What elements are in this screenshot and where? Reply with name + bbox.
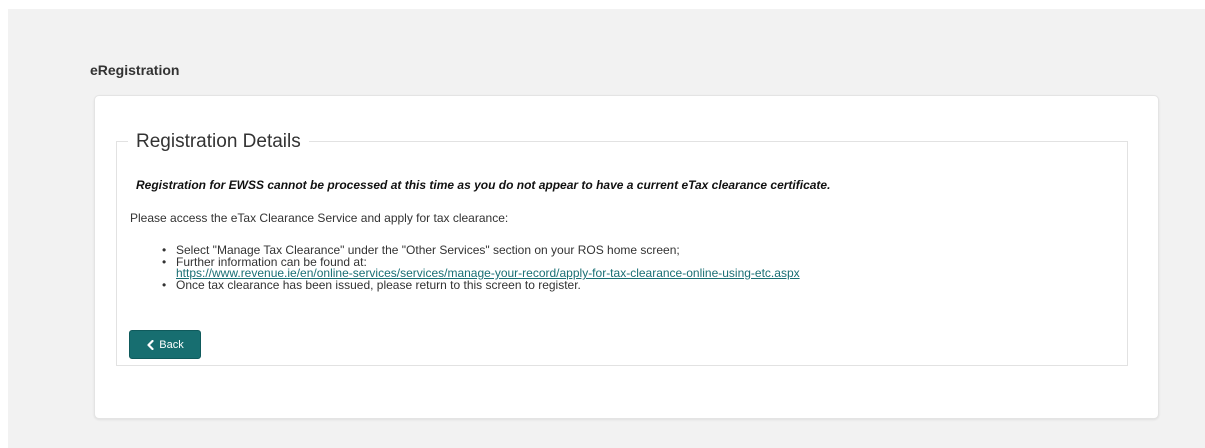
page-title: eRegistration xyxy=(90,62,180,78)
back-button-label: Back xyxy=(159,338,184,351)
list-item-text: Once tax clearance has been issued, plea… xyxy=(176,277,581,292)
chevron-left-icon xyxy=(147,339,154,350)
instruction-text: Please access the eTax Clearance Service… xyxy=(130,211,509,225)
tax-clearance-warning: Registration for EWSS cannot be processe… xyxy=(136,178,831,192)
bullet-icon: • xyxy=(162,277,167,292)
list-item: • Once tax clearance has been issued, pl… xyxy=(158,277,800,292)
instruction-list: • Select "Manage Tax Clearance" under th… xyxy=(158,244,800,292)
list-item: • Further information can be found at: h… xyxy=(158,254,800,280)
registration-details-legend: Registration Details xyxy=(128,131,309,153)
bullet-icon: • xyxy=(162,254,167,269)
back-button[interactable]: Back xyxy=(129,330,201,359)
